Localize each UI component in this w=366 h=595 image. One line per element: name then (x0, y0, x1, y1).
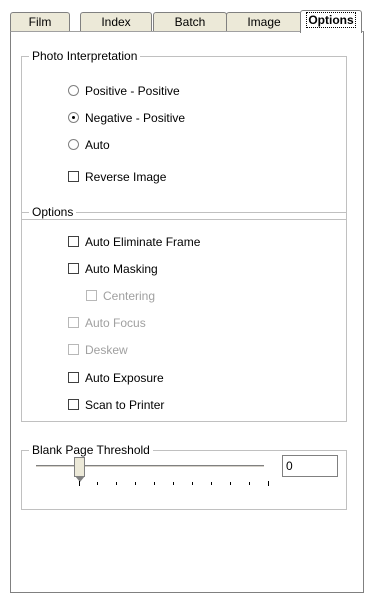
auto-eliminate-frame-checkbox[interactable]: Auto Eliminate Frame (68, 234, 200, 250)
radio-negative-positive-label: Negative - Positive (85, 111, 186, 125)
checkbox-icon (68, 344, 79, 356)
tab-index[interactable]: Index (80, 12, 152, 32)
reverse-image-label: Reverse Image (85, 170, 167, 184)
slider-tick (173, 482, 174, 485)
checkbox-icon (68, 317, 79, 329)
checkbox-icon[interactable] (68, 399, 79, 411)
blank-page-threshold-title: Blank Page Threshold (29, 443, 153, 457)
radio-positive-positive[interactable]: Positive - Positive (68, 83, 180, 99)
deskew-checkbox: Deskew (68, 342, 128, 358)
checkbox-icon (86, 290, 97, 302)
slider-tick (97, 482, 98, 485)
checkbox-icon[interactable] (68, 171, 79, 183)
checkbox-icon[interactable] (68, 372, 79, 384)
radio-negative-positive[interactable]: Negative - Positive (68, 110, 185, 126)
auto-eliminate-frame-label: Auto Eliminate Frame (85, 235, 201, 249)
radio-button-selected-icon[interactable] (68, 112, 79, 124)
centering-label: Centering (103, 289, 156, 303)
checkbox-icon[interactable] (68, 236, 79, 248)
threshold-value-input[interactable]: 0 (282, 455, 338, 477)
centering-checkbox: Centering (86, 288, 155, 304)
options-group-title: Options (29, 205, 77, 219)
auto-masking-checkbox[interactable]: Auto Masking (68, 261, 158, 277)
radio-auto[interactable]: Auto (68, 137, 110, 153)
radio-button-icon[interactable] (68, 139, 79, 151)
slider-tick (135, 482, 136, 485)
tab-batch-label: Batch (174, 15, 206, 29)
radio-auto-label: Auto (85, 138, 110, 152)
reverse-image-checkbox[interactable]: Reverse Image (68, 169, 166, 185)
blank-page-threshold-group: Blank Page Threshold 0 (21, 443, 347, 510)
threshold-slider-thumb[interactable] (74, 457, 85, 482)
scan-to-printer-label: Scan to Printer (85, 398, 165, 412)
slider-tick (268, 481, 269, 486)
auto-masking-label: Auto Masking (85, 262, 158, 276)
auto-exposure-checkbox[interactable]: Auto Exposure (68, 370, 164, 386)
tab-options-label: Options (306, 12, 356, 28)
slider-tick (154, 482, 155, 485)
tab-image[interactable]: Image (226, 12, 302, 32)
options-tab-panel: Photo Interpretation Positive - Positive… (10, 31, 364, 593)
tab-options[interactable]: Options (300, 10, 362, 33)
radio-button-icon[interactable] (68, 85, 79, 97)
auto-focus-checkbox: Auto Focus (68, 315, 146, 331)
options-group: Options Auto Eliminate Frame Auto Maskin… (21, 205, 347, 422)
scan-to-printer-checkbox[interactable]: Scan to Printer (68, 397, 164, 413)
slider-tick (79, 481, 80, 486)
slider-tick (211, 482, 212, 485)
checkbox-icon[interactable] (68, 263, 79, 275)
photo-interpretation-title: Photo Interpretation (29, 49, 141, 63)
tab-image-label: Image (247, 15, 281, 29)
auto-exposure-label: Auto Exposure (85, 371, 164, 385)
slider-tick (192, 482, 193, 485)
slider-tick (116, 482, 117, 485)
tab-batch[interactable]: Batch (153, 12, 227, 32)
deskew-label: Deskew (85, 343, 128, 357)
threshold-slider-track[interactable] (36, 465, 264, 468)
slider-tick (230, 482, 231, 485)
tab-film[interactable]: Film (10, 12, 70, 32)
radio-positive-positive-label: Positive - Positive (85, 84, 180, 98)
tab-index-label: Index (101, 15, 131, 29)
auto-focus-label: Auto Focus (85, 316, 146, 330)
tab-film-label: Film (28, 15, 52, 29)
slider-tick (249, 482, 250, 485)
photo-interpretation-group: Photo Interpretation Positive - Positive… (21, 49, 347, 220)
tab-strip: Film Index Batch Image Options (10, 10, 364, 33)
